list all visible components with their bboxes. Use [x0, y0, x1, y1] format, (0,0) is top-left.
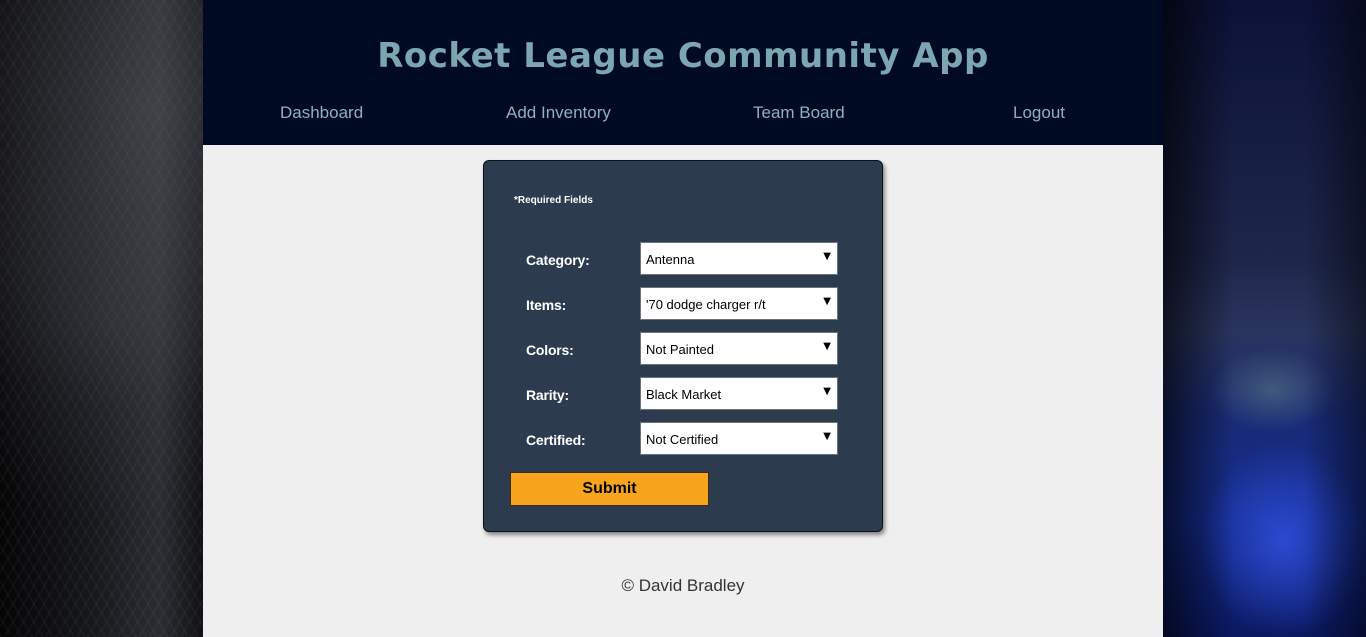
footer-copyright: © David Bradley [621, 576, 745, 595]
app-container: Rocket League Community App Dashboard Ad… [203, 0, 1163, 637]
nav-team-board-link[interactable]: Team Board [753, 103, 845, 123]
nav-dashboard-link[interactable]: Dashboard [280, 103, 363, 123]
chevron-down-icon: ▼ [823, 386, 831, 397]
certified-label: Certified: [526, 432, 586, 448]
required-fields-note: *Required Fields [514, 195, 593, 206]
category-select[interactable]: Antenna ▼ [640, 242, 838, 275]
inventory-form: *Required Fields Category: Antenna ▼ Ite… [483, 160, 883, 532]
background-image-left [0, 0, 203, 637]
category-select-value: Antenna [646, 252, 695, 267]
certified-select-value: Not Certified [646, 432, 719, 447]
app-title: Rocket League Community App [377, 36, 989, 76]
items-select-value: '70 dodge charger r/t [646, 297, 766, 312]
rarity-select-value: Black Market [646, 387, 722, 402]
colors-select-value: Not Painted [646, 342, 714, 357]
rarity-label: Rarity: [526, 387, 569, 403]
colors-select[interactable]: Not Painted ▼ [640, 332, 838, 365]
nav-logout-link[interactable]: Logout [1013, 103, 1065, 123]
nav-add-inventory-link[interactable]: Add Inventory [506, 103, 611, 123]
chevron-down-icon: ▼ [823, 341, 831, 352]
nav-bar: Dashboard Add Inventory Team Board Logou… [203, 103, 1163, 125]
chevron-down-icon: ▼ [823, 251, 831, 262]
background-image-right [1163, 0, 1366, 637]
header: Rocket League Community App Dashboard Ad… [203, 0, 1163, 145]
submit-button[interactable]: Submit [510, 472, 709, 506]
colors-label: Colors: [526, 342, 574, 358]
certified-select[interactable]: Not Certified ▼ [640, 422, 838, 455]
category-label: Category: [526, 252, 590, 268]
chevron-down-icon: ▼ [823, 296, 831, 307]
items-select[interactable]: '70 dodge charger r/t ▼ [640, 287, 838, 320]
chevron-down-icon: ▼ [823, 431, 831, 442]
items-label: Items: [526, 297, 567, 313]
rarity-select[interactable]: Black Market ▼ [640, 377, 838, 410]
